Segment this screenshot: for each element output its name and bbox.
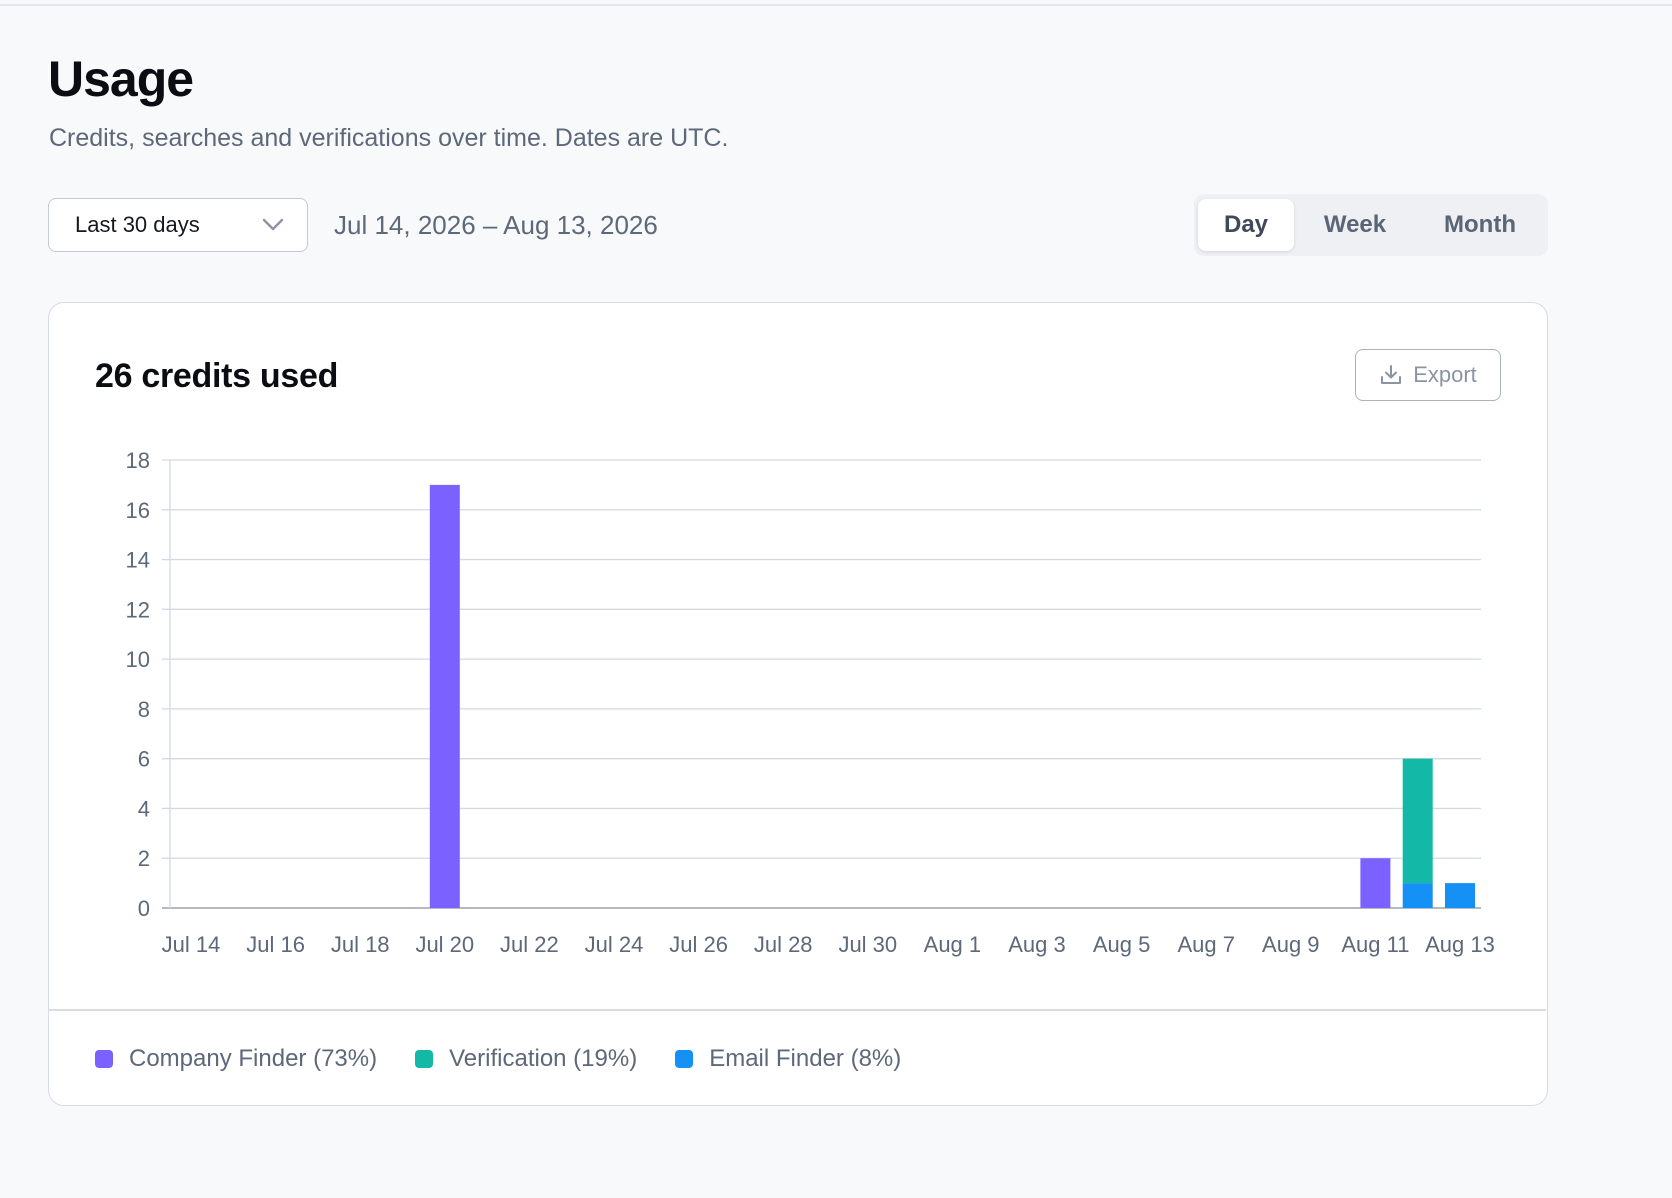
x-tick-label: Jul 22: [500, 932, 559, 957]
y-tick-label: 2: [138, 846, 150, 871]
x-tick-label: Aug 7: [1177, 932, 1235, 957]
bar-company-finder: [429, 484, 460, 908]
legend-swatch-verification: [415, 1050, 434, 1068]
y-tick-label: 16: [126, 498, 150, 523]
legend-item-email-finder: Email Finder (8%): [675, 1045, 901, 1073]
bar-company-finder: [1360, 858, 1391, 908]
y-tick-label: 14: [126, 548, 150, 573]
bar-verification: [1402, 758, 1433, 884]
x-tick-label: Jul 18: [331, 932, 390, 957]
y-tick-label: 8: [138, 697, 150, 722]
x-tick-label: Aug 13: [1425, 932, 1495, 957]
page-title: Usage: [48, 51, 194, 107]
legend-label: Email Finder (8%): [709, 1045, 902, 1072]
y-tick-label: 6: [138, 747, 150, 772]
y-tick-label: 0: [138, 896, 150, 921]
chevron-down-icon: [262, 218, 284, 231]
y-tick-label: 10: [126, 647, 150, 672]
legend-swatch-email-finder: [675, 1050, 694, 1068]
granularity-day[interactable]: Day: [1198, 199, 1294, 251]
y-tick-label: 12: [126, 597, 150, 622]
granularity-week[interactable]: Week: [1306, 199, 1404, 251]
legend-item-verification: Verification (19%): [415, 1045, 637, 1073]
x-tick-label: Jul 20: [415, 932, 474, 957]
chart-legend: Company Finder (73%) Verification (19%) …: [95, 1045, 939, 1073]
x-tick-label: Jul 24: [585, 932, 644, 957]
x-tick-label: Jul 14: [162, 932, 221, 957]
top-divider: [0, 4, 1672, 6]
usage-card: 26 credits used Export 0 2 4 6 8 10 12 14 16 18 Ju…: [48, 302, 1548, 1106]
x-tick-label: Jul 26: [669, 932, 728, 957]
page-subtitle: Credits, searches and verifications over…: [49, 124, 729, 152]
legend-label: Verification (19%): [449, 1045, 638, 1072]
date-range-text: Jul 14, 2026 – Aug 13, 2026: [334, 210, 658, 240]
x-tick-label: Aug 3: [1008, 932, 1066, 957]
legend-label: Company Finder (73%): [129, 1045, 378, 1072]
legend-item-company-finder: Company Finder (73%): [95, 1045, 377, 1073]
granularity-toggle: Day Week Month: [1194, 194, 1548, 256]
bar-email-finder: [1402, 883, 1433, 908]
credits-bar-chart: 0 2 4 6 8 10 12 14 16 18 Jul 14 Jul 16 Jul 18 Jul 20 J…: [126, 448, 1495, 957]
y-tick-label: 18: [126, 448, 150, 473]
date-range-select-value: Last 30 days: [75, 212, 200, 237]
card-divider: [49, 1009, 1546, 1011]
x-tick-label: Aug 11: [1341, 932, 1409, 957]
date-range-select[interactable]: Last 30 days: [48, 198, 308, 252]
x-tick-label: Aug 1: [924, 932, 982, 957]
x-tick-label: Jul 16: [246, 932, 305, 957]
y-tick-label: 4: [138, 796, 150, 821]
x-tick-label: Aug 9: [1262, 932, 1320, 957]
legend-swatch-company-finder: [95, 1050, 113, 1068]
x-tick-label: Jul 30: [838, 932, 897, 957]
x-tick-label: Aug 5: [1093, 932, 1151, 957]
x-tick-label: Jul 28: [754, 932, 813, 957]
bar-email-finder: [1445, 883, 1475, 908]
granularity-month[interactable]: Month: [1424, 199, 1536, 251]
